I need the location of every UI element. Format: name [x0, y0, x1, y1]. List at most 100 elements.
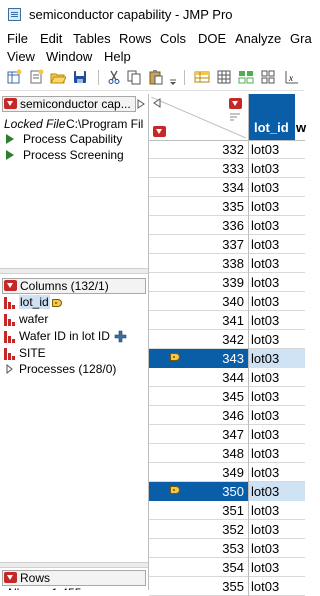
- table-row[interactable]: 342 lot03: [149, 330, 305, 349]
- table-row[interactable]: 343 lot03: [149, 349, 305, 368]
- cell-lot-id[interactable]: lot03: [251, 161, 279, 176]
- paste-icon[interactable]: [148, 69, 164, 85]
- script-process-screening[interactable]: Process Screening: [23, 148, 124, 162]
- cell-lot-id[interactable]: lot03: [251, 237, 279, 252]
- column-wafer-id-in-lot-id[interactable]: Wafer ID in lot ID: [19, 329, 110, 343]
- table-row[interactable]: 341 lot03: [149, 311, 305, 330]
- menu-view[interactable]: View: [7, 49, 35, 64]
- menu-doe[interactable]: DOE: [198, 31, 226, 46]
- formula-icon[interactable]: x: [284, 69, 300, 85]
- cell-lot-id[interactable]: lot03: [251, 427, 279, 442]
- column-group-processes[interactable]: Processes (128/0): [19, 362, 116, 376]
- column-header-lot-id[interactable]: lot_id: [249, 94, 295, 141]
- table-row[interactable]: 351 lot03: [149, 501, 305, 520]
- panel-divider[interactable]: [0, 268, 148, 274]
- menu-cols[interactable]: Cols: [160, 31, 186, 46]
- menu-analyze[interactable]: Analyze: [235, 31, 281, 46]
- table-row[interactable]: 339 lot03: [149, 273, 305, 292]
- cell-lot-id[interactable]: lot03: [251, 142, 279, 157]
- column-lot-id[interactable]: lot_id: [19, 295, 50, 309]
- columns-red-triangle-icon[interactable]: [4, 280, 17, 291]
- menu-help[interactable]: Help: [104, 49, 131, 64]
- table-row[interactable]: 347 lot03: [149, 425, 305, 444]
- cell-lot-id[interactable]: lot03: [251, 389, 279, 404]
- open-icon[interactable]: [50, 69, 66, 85]
- cell-lot-id[interactable]: lot03: [251, 294, 279, 309]
- cell-lot-id[interactable]: lot03: [251, 351, 279, 366]
- table-row[interactable]: 346 lot03: [149, 406, 305, 425]
- cell-lot-id[interactable]: lot03: [251, 522, 279, 537]
- table-row[interactable]: 338 lot03: [149, 254, 305, 273]
- cell-lot-id[interactable]: lot03: [251, 408, 279, 423]
- copy-icon[interactable]: [126, 69, 142, 85]
- cell-lot-id[interactable]: lot03: [251, 275, 279, 290]
- panel-divider[interactable]: [0, 562, 148, 568]
- cell-lot-id[interactable]: lot03: [251, 218, 279, 233]
- menu-window[interactable]: Window: [46, 49, 92, 64]
- table-row[interactable]: 336 lot03: [149, 216, 305, 235]
- table-red-triangle-icon[interactable]: [4, 98, 17, 109]
- table-row[interactable]: 353 lot03: [149, 539, 305, 558]
- table-row[interactable]: 335 lot03: [149, 197, 305, 216]
- table-row[interactable]: 332 lot03: [149, 140, 305, 159]
- table-row[interactable]: 349 lot03: [149, 463, 305, 482]
- table-row[interactable]: 350 lot03: [149, 482, 305, 501]
- table-row[interactable]: 340 lot03: [149, 292, 305, 311]
- cell-lot-id[interactable]: lot03: [251, 579, 279, 594]
- run-script-icon[interactable]: [6, 150, 14, 160]
- collapse-arrow-icon[interactable]: [137, 99, 145, 109]
- rows-red-triangle-icon[interactable]: [4, 572, 17, 583]
- menu-tables[interactable]: Tables: [73, 31, 111, 46]
- expand-group-icon[interactable]: [6, 364, 13, 374]
- rows-menu-red-triangle-icon[interactable]: [153, 126, 166, 137]
- cell-lot-id[interactable]: lot03: [251, 180, 279, 195]
- table-row[interactable]: 344 lot03: [149, 368, 305, 387]
- menu-rows[interactable]: Rows: [119, 31, 152, 46]
- data-table-icon[interactable]: [194, 69, 210, 85]
- table-row[interactable]: 355 lot03: [149, 577, 305, 596]
- column-wafer[interactable]: wafer: [19, 312, 48, 326]
- cell-lot-id[interactable]: lot03: [251, 370, 279, 385]
- menu-graph[interactable]: Gra: [290, 31, 312, 46]
- script-process-capability[interactable]: Process Capability: [23, 132, 122, 146]
- row-number: 345: [222, 389, 244, 404]
- table-row[interactable]: 348 lot03: [149, 444, 305, 463]
- cell-lot-id[interactable]: lot03: [251, 541, 279, 556]
- table-row[interactable]: 354 lot03: [149, 558, 305, 577]
- tabulate-icon[interactable]: [238, 69, 254, 85]
- new-script-icon[interactable]: [28, 69, 44, 85]
- table-row[interactable]: 333 lot03: [149, 159, 305, 178]
- overflow-icon[interactable]: [168, 69, 178, 85]
- column-header-next[interactable]: w: [295, 94, 306, 141]
- cut-icon[interactable]: [106, 69, 122, 85]
- menu-file[interactable]: File: [7, 31, 28, 46]
- left-arrow-icon[interactable]: [153, 98, 161, 108]
- rows-panel-header[interactable]: Rows: [2, 570, 146, 586]
- columns-menu-red-triangle-icon[interactable]: [229, 98, 242, 109]
- columns-panel-header[interactable]: Columns (132/1): [2, 278, 146, 294]
- run-script-icon[interactable]: [6, 134, 14, 144]
- cell-lot-id[interactable]: lot03: [251, 484, 279, 499]
- new-data-table-icon[interactable]: [6, 69, 22, 85]
- cell-lot-id[interactable]: lot03: [251, 446, 279, 461]
- graph-builder-icon[interactable]: [260, 69, 276, 85]
- cell-lot-id[interactable]: lot03: [251, 199, 279, 214]
- row-number: 348: [222, 446, 244, 461]
- table-row[interactable]: 352 lot03: [149, 520, 305, 539]
- cell-lot-id[interactable]: lot03: [251, 560, 279, 575]
- table-row[interactable]: 334 lot03: [149, 178, 305, 197]
- cell-lot-id[interactable]: lot03: [251, 503, 279, 518]
- data-grid-icon[interactable]: [216, 69, 232, 85]
- cell-lot-id[interactable]: lot03: [251, 256, 279, 271]
- row-number: 352: [222, 522, 244, 537]
- table-panel-header[interactable]: semiconductor cap...: [2, 96, 136, 112]
- cell-lot-id[interactable]: lot03: [251, 465, 279, 480]
- table-row[interactable]: 345 lot03: [149, 387, 305, 406]
- cell-lot-id[interactable]: lot03: [251, 332, 279, 347]
- save-icon[interactable]: [72, 69, 88, 85]
- table-row[interactable]: 337 lot03: [149, 235, 305, 254]
- cell-lot-id[interactable]: lot03: [251, 313, 279, 328]
- menu-edit[interactable]: Edit: [40, 31, 62, 46]
- filter-icon[interactable]: [229, 112, 241, 124]
- column-site[interactable]: SITE: [19, 346, 46, 360]
